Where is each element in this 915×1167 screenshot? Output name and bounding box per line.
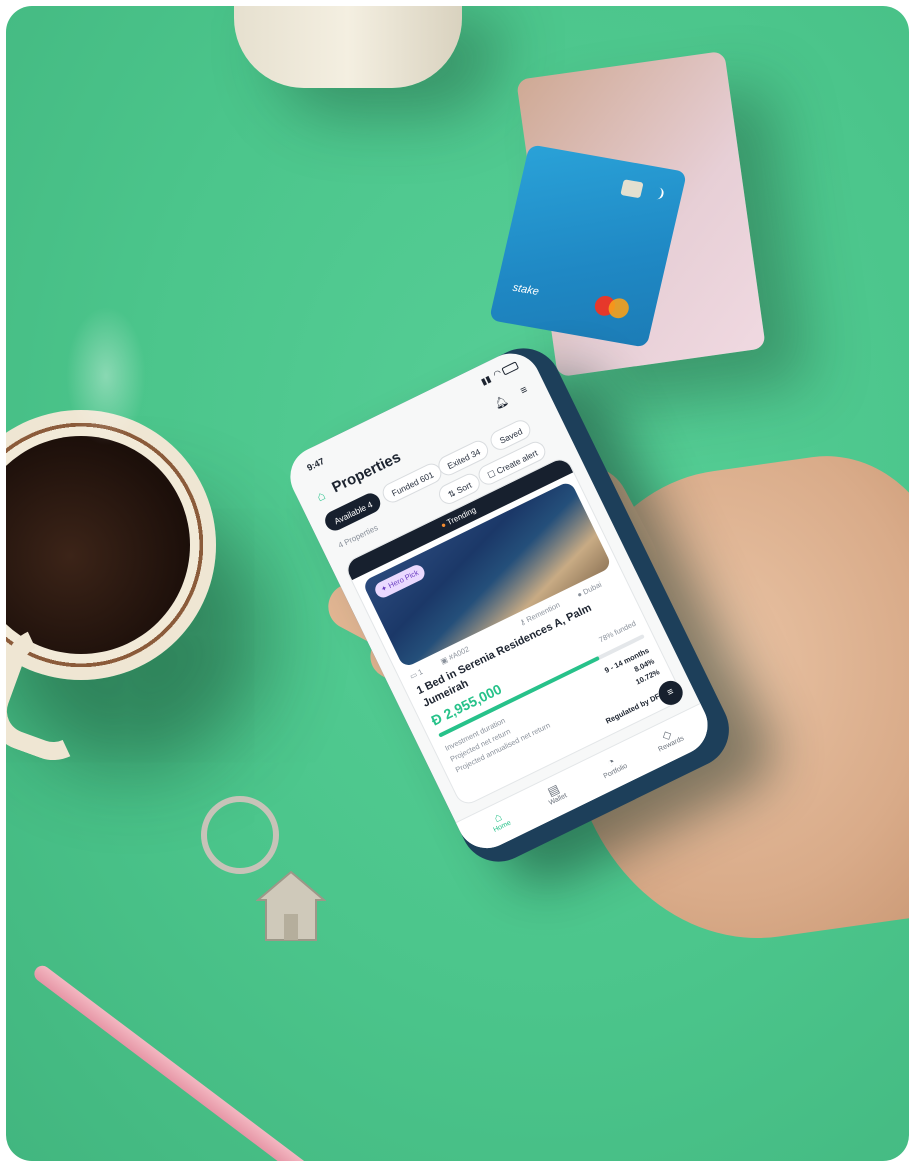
hero-pick-tag: ✦ Hero Pick xyxy=(372,562,428,601)
coffee-surface xyxy=(6,436,190,654)
hero-pick-label: Hero Pick xyxy=(386,567,420,591)
bell-icon[interactable]: 🔔︎ xyxy=(492,393,510,411)
sort-label: Sort xyxy=(454,479,474,496)
keyring xyxy=(201,796,279,874)
home-icon: ⌂ xyxy=(314,487,328,505)
house-keychain-icon xyxy=(255,870,327,942)
battery-icon xyxy=(501,361,520,376)
nav-rewards[interactable]: ◇ Rewards xyxy=(646,720,691,756)
pink-pen xyxy=(31,962,345,1161)
card-chip-icon xyxy=(620,179,644,199)
steam xyxy=(66,306,146,446)
settings-icon[interactable]: ≡ xyxy=(519,384,530,398)
signal-icon: ▮▮ xyxy=(479,373,493,387)
nav-portfolio[interactable]: ◔ Portfolio xyxy=(590,747,635,783)
status-time: 9:47 xyxy=(305,455,326,473)
trending-label: Trending xyxy=(445,505,478,528)
mug-top xyxy=(234,6,462,88)
card-brand-label: stake xyxy=(511,281,541,298)
photo-scene: stake 9:47 ▮▮ ◠ 🔔︎ ≡ ⌂ Properties Availa… xyxy=(6,6,909,1161)
beds-count: ▭ 1 xyxy=(408,667,424,681)
contactless-icon xyxy=(650,186,665,201)
nav-home[interactable]: ⌂ Home xyxy=(477,802,522,838)
nav-wallet[interactable]: ▤ Wallet xyxy=(532,775,577,811)
